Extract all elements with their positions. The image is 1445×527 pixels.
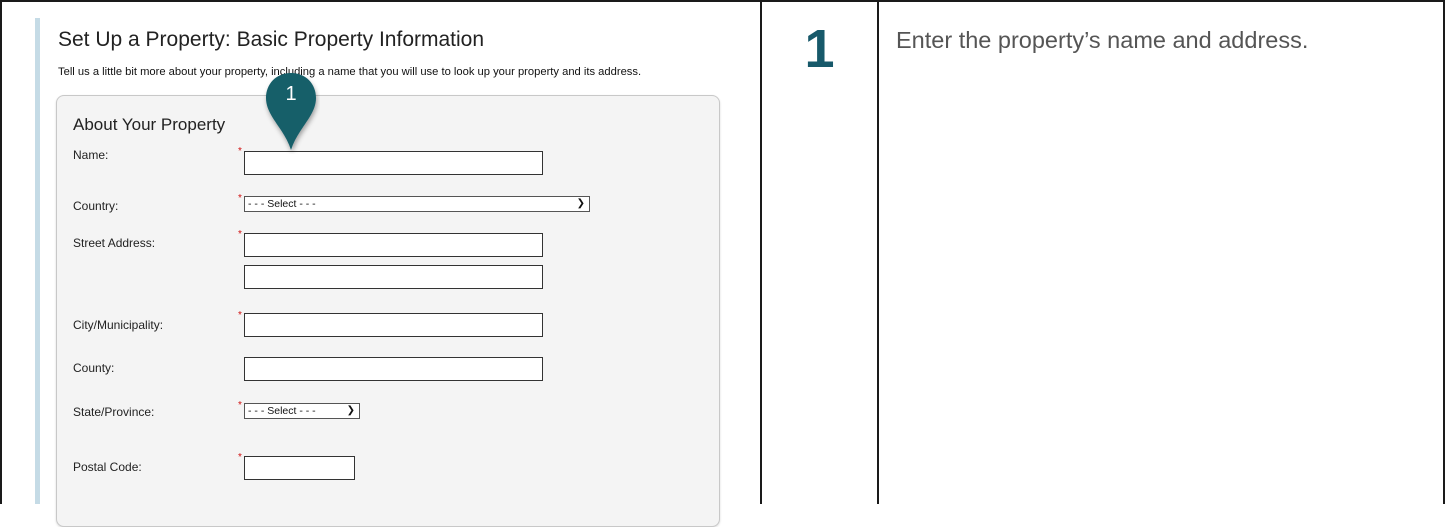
name-input[interactable] [244, 151, 543, 175]
city-label: City/Municipality: [73, 318, 164, 332]
required-marker: * [238, 452, 242, 463]
city-input[interactable] [244, 313, 543, 337]
name-label: Name: [73, 148, 109, 162]
state-label: State/Province: [73, 405, 155, 419]
step-number: 1 [804, 19, 835, 79]
required-marker: * [238, 229, 242, 240]
street-address-label: Street Address: [73, 236, 156, 250]
table-divider-2 [877, 0, 879, 504]
county-input[interactable] [244, 357, 543, 381]
required-marker: * [238, 310, 242, 321]
postal-code-input[interactable] [244, 456, 355, 480]
section-title: About Your Property [73, 115, 226, 134]
state-select-value: - - - Select - - - [248, 405, 316, 417]
instruction-text: Enter the property’s name and address. [896, 27, 1309, 53]
postal-code-label: Postal Code: [73, 460, 142, 474]
required-marker: * [238, 146, 242, 157]
required-marker: * [238, 193, 242, 204]
chevron-down-icon: ❯ [576, 198, 585, 209]
chevron-down-icon: ❯ [346, 405, 355, 416]
country-select-value: - - - Select - - - [248, 198, 316, 210]
country-label: Country: [73, 199, 119, 213]
page-title: Set Up a Property: Basic Property Inform… [58, 28, 485, 51]
state-select[interactable]: - - - Select - - - ❯ [244, 403, 360, 419]
accent-bar [35, 18, 40, 504]
street-address-line2-input[interactable] [244, 265, 543, 289]
callout-pin-number: 1 [285, 83, 297, 105]
country-select[interactable]: - - - Select - - - ❯ [244, 196, 590, 212]
county-label: County: [73, 361, 115, 375]
required-marker: * [238, 400, 242, 411]
page-subtitle: Tell us a little bit more about your pro… [58, 66, 642, 78]
street-address-line1-input[interactable] [244, 233, 543, 257]
